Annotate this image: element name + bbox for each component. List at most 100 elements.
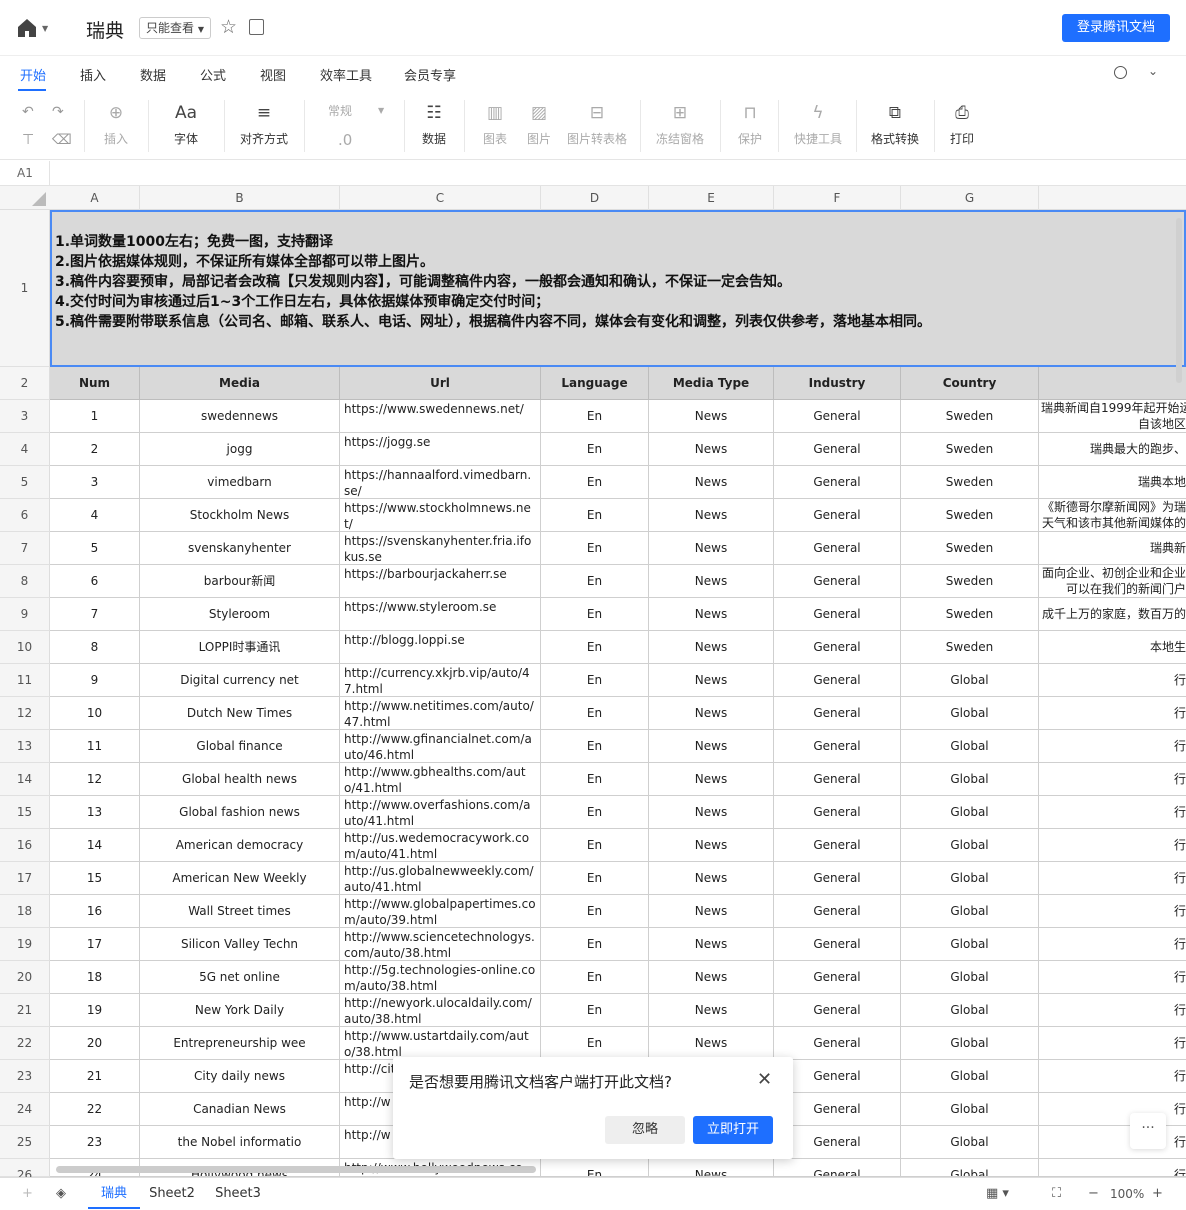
media-cell[interactable]: 5G net online — [140, 961, 340, 994]
num-cell[interactable]: 3 — [50, 466, 140, 499]
tab-data[interactable]: 数据 — [140, 65, 166, 84]
industry-cell[interactable]: General — [774, 433, 901, 466]
num-cell[interactable]: 17 — [50, 928, 140, 961]
num-cell[interactable]: 21 — [50, 1060, 140, 1093]
row-header[interactable]: 10 — [0, 631, 50, 664]
row-header[interactable]: 6 — [0, 499, 50, 532]
add-sheet-icon[interactable]: + — [22, 1186, 33, 1201]
description-cell[interactable]: 行 — [1039, 730, 1186, 763]
media-type-cell[interactable]: News — [649, 433, 774, 466]
num-cell[interactable]: 13 — [50, 796, 140, 829]
media-cell[interactable]: Global fashion news — [140, 796, 340, 829]
country-cell[interactable]: Global — [901, 664, 1039, 697]
url-cell[interactable]: http://blogg.loppi.se — [340, 631, 541, 664]
media-type-cell[interactable]: News — [649, 862, 774, 895]
star-icon[interactable]: ☆ — [220, 16, 237, 38]
row-header[interactable]: 1 — [0, 210, 50, 367]
url-cell[interactable]: https://www.styleroom.se — [340, 598, 541, 631]
media-type-cell[interactable]: News — [649, 1159, 774, 1177]
country-cell[interactable]: Global — [901, 1126, 1039, 1159]
row-header[interactable]: 5 — [0, 466, 50, 499]
description-cell[interactable]: 行 — [1039, 829, 1186, 862]
description-cell[interactable]: 成千上万的家庭，数百万的 — [1039, 598, 1186, 631]
sheet-tab-sheet2[interactable]: Sheet2 — [142, 1178, 202, 1209]
country-cell[interactable]: Global — [901, 1093, 1039, 1126]
media-cell[interactable]: Global health news — [140, 763, 340, 796]
url-cell[interactable]: http://currency.xkjrb.vip/auto/47.html — [340, 664, 541, 697]
industry-cell[interactable]: General — [774, 466, 901, 499]
media-type-cell[interactable]: News — [649, 631, 774, 664]
data-button[interactable]: ☷ 数据 — [414, 102, 454, 147]
row-header[interactable]: 9 — [0, 598, 50, 631]
industry-cell[interactable]: General — [774, 829, 901, 862]
row-header[interactable]: 21 — [0, 994, 50, 1027]
description-cell[interactable]: 《斯德哥尔摩新闻网》为瑞 天气和该市其他新闻媒体的 — [1039, 499, 1186, 532]
freeze-button[interactable]: ⊞ 冻结窗格 — [654, 102, 706, 147]
language-cell[interactable]: En — [541, 664, 649, 697]
language-cell[interactable]: En — [541, 532, 649, 565]
num-cell[interactable]: 6 — [50, 565, 140, 598]
select-all-corner[interactable] — [32, 192, 46, 206]
url-cell[interactable]: https://www.swedennews.net/ — [340, 400, 541, 433]
media-cell[interactable]: Canadian News — [140, 1093, 340, 1126]
industry-cell[interactable]: General — [774, 862, 901, 895]
image-button[interactable]: ▨ 图片 — [522, 102, 556, 147]
header-media-type[interactable]: Media Type — [649, 367, 774, 400]
home-icon[interactable] — [16, 18, 38, 38]
media-type-cell[interactable]: News — [649, 697, 774, 730]
num-cell[interactable]: 14 — [50, 829, 140, 862]
description-cell[interactable]: 瑞典本地 — [1039, 466, 1186, 499]
country-cell[interactable]: Global — [901, 1027, 1039, 1060]
document-title[interactable]: 瑞典 — [86, 16, 124, 43]
header-url[interactable]: Url — [340, 367, 541, 400]
url-cell[interactable]: https://hannaalford.vimedbarn.se/ — [340, 466, 541, 499]
url-cell[interactable]: http://www.globalpapertimes.com/auto/39.… — [340, 895, 541, 928]
country-cell[interactable]: Global — [901, 763, 1039, 796]
media-cell[interactable]: svenskanyhenter — [140, 532, 340, 565]
language-cell[interactable]: En — [541, 928, 649, 961]
tab-formula[interactable]: 公式 — [200, 65, 226, 84]
row-header[interactable]: 22 — [0, 1027, 50, 1060]
country-cell[interactable]: Sweden — [901, 598, 1039, 631]
industry-cell[interactable]: General — [774, 697, 901, 730]
language-cell[interactable]: En — [541, 598, 649, 631]
row-header[interactable]: 20 — [0, 961, 50, 994]
media-type-cell[interactable]: News — [649, 928, 774, 961]
number-format-select[interactable]: 常规 ▼ — [316, 101, 390, 121]
country-cell[interactable]: Sweden — [901, 466, 1039, 499]
media-cell[interactable]: swedennews — [140, 400, 340, 433]
num-cell[interactable]: 19 — [50, 994, 140, 1027]
row-header[interactable]: 3 — [0, 400, 50, 433]
description-cell[interactable]: 行 — [1039, 1027, 1186, 1060]
row-header[interactable]: 12 — [0, 697, 50, 730]
more-icon[interactable]: ··· — [1130, 1113, 1166, 1149]
country-cell[interactable]: Global — [901, 1060, 1039, 1093]
image-to-table-button[interactable]: ⊟ 图片转表格 — [566, 102, 628, 147]
media-cell[interactable]: New York Daily — [140, 994, 340, 1027]
notes-cell[interactable]: 1.单词数量1000左右；免费一图，支持翻译 2.图片依据媒体规则，不保证所有媒… — [50, 210, 1186, 367]
ignore-button[interactable]: 忽略 — [605, 1116, 685, 1144]
num-cell[interactable]: 10 — [50, 697, 140, 730]
media-cell[interactable]: the Nobel informatio — [140, 1126, 340, 1159]
media-type-cell[interactable]: News — [649, 829, 774, 862]
description-cell[interactable]: 面向企业、初创企业和企业 可以在我们的新闻门户 — [1039, 565, 1186, 598]
language-cell[interactable]: En — [541, 400, 649, 433]
media-cell[interactable]: Digital currency net — [140, 664, 340, 697]
language-cell[interactable]: En — [541, 994, 649, 1027]
column-header-g[interactable]: G — [901, 186, 1039, 210]
num-cell[interactable]: 1 — [50, 400, 140, 433]
country-cell[interactable]: Sweden — [901, 499, 1039, 532]
column-header-d[interactable]: D — [541, 186, 649, 210]
header-description[interactable] — [1039, 367, 1186, 400]
column-header-e[interactable]: E — [649, 186, 774, 210]
row-header[interactable]: 8 — [0, 565, 50, 598]
header-industry[interactable]: Industry — [774, 367, 901, 400]
url-cell[interactable]: http://www.gfinancialnet.com/auto/46.htm… — [340, 730, 541, 763]
horizontal-scrollbar[interactable] — [56, 1166, 536, 1173]
language-cell[interactable]: En — [541, 961, 649, 994]
redo-icon[interactable]: ↷ — [52, 104, 64, 120]
country-cell[interactable]: Global — [901, 895, 1039, 928]
view-mode-badge[interactable]: 只能查看 ▼ — [139, 17, 211, 39]
description-cell[interactable]: 行 — [1039, 862, 1186, 895]
media-cell[interactable]: barbour新闻 — [140, 565, 340, 598]
